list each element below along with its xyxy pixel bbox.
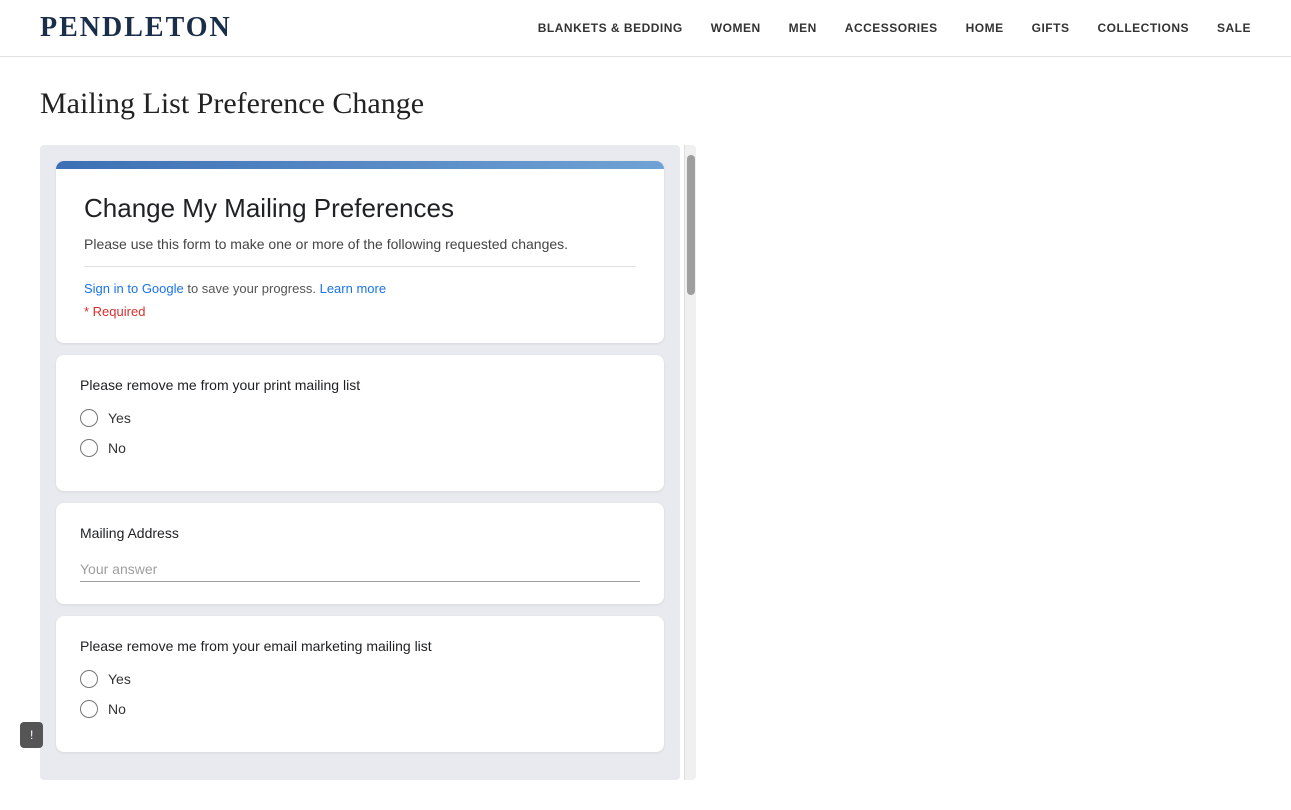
nav-home[interactable]: HOME [966,21,1004,35]
radio-yes-3[interactable] [80,670,98,688]
mailing-address-wrapper [80,557,640,582]
question-1-label: Please remove me from your print mailing… [80,377,640,393]
logo[interactable]: PENDLETON [40,12,232,44]
feedback-icon: ! [30,728,33,742]
radio-yes-3-label: Yes [108,671,131,687]
page-title: Mailing List Preference Change [40,87,1251,121]
form-title: Change My Mailing Preferences [84,193,636,224]
radio-yes-1[interactable] [80,409,98,427]
radio-no-3-label: No [108,701,126,717]
form-divider [84,266,636,267]
header: PENDLETON BLANKETS & BEDDING WOMEN MEN A… [0,0,1291,57]
question-card-3: Please remove me from your email marketi… [56,616,664,752]
radio-option-yes-3[interactable]: Yes [80,670,640,688]
sign-in-google-link[interactable]: Sign in to Google [84,281,184,296]
radio-yes-1-label: Yes [108,410,131,426]
form-area: Change My Mailing Preferences Please use… [40,145,680,780]
nav-accessories[interactable]: ACCESSORIES [845,21,938,35]
learn-more-link[interactable]: Learn more [320,281,386,296]
nav-gifts[interactable]: GIFTS [1032,21,1070,35]
nav-women[interactable]: WOMEN [711,21,761,35]
form-subtitle: Please use this form to make one or more… [84,236,636,252]
nav-blankets-bedding[interactable]: BLANKETS & BEDDING [538,21,683,35]
question-card-1: Please remove me from your print mailing… [56,355,664,491]
radio-no-1-label: No [108,440,126,456]
form-wrapper: Change My Mailing Preferences Please use… [40,145,840,780]
required-note: * Required [84,304,636,319]
radio-option-no-1[interactable]: No [80,439,640,457]
form-header-card: Change My Mailing Preferences Please use… [56,161,664,343]
nav-collections[interactable]: COLLECTIONS [1097,21,1189,35]
radio-option-no-3[interactable]: No [80,700,640,718]
nav-sale[interactable]: SALE [1217,21,1251,35]
mailing-address-input[interactable] [80,557,640,582]
scrollbar-thumb[interactable] [687,155,695,295]
question-card-2: Mailing Address [56,503,664,604]
scrollbar[interactable] [684,145,696,780]
question-3-label: Please remove me from your email marketi… [80,638,640,654]
sign-in-text: to save your progress. [184,281,316,296]
radio-no-1[interactable] [80,439,98,457]
feedback-button[interactable]: ! [20,722,43,748]
main-nav: BLANKETS & BEDDING WOMEN MEN ACCESSORIES… [538,21,1251,35]
page-content: Mailing List Preference Change Change My… [0,57,1291,810]
question-2-label: Mailing Address [80,525,640,541]
nav-men[interactable]: MEN [789,21,817,35]
radio-option-yes-1[interactable]: Yes [80,409,640,427]
radio-no-3[interactable] [80,700,98,718]
sign-in-row: Sign in to Google to save your progress.… [84,281,636,296]
